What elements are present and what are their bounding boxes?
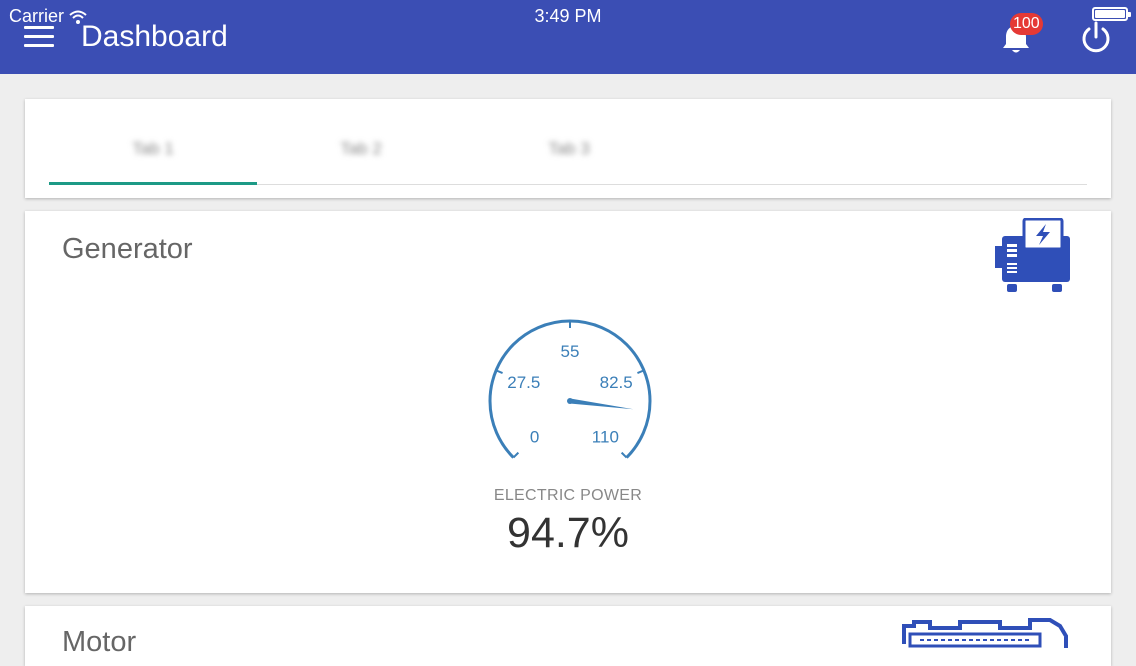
gauge-label: ELECTRIC POWER	[493, 487, 643, 504]
tab-indicator	[49, 182, 257, 185]
gauge-hub	[567, 398, 573, 404]
gauge-tick-label: 110	[592, 427, 619, 446]
tab-2[interactable]: Tab 2	[257, 129, 465, 185]
gauge-tick-label: 27.5	[507, 373, 540, 392]
generator-card[interactable]: Generator 0 27.5 55 82.5 110 ELECTRIC POWER …	[25, 211, 1111, 593]
electric-power-gauge: 0 27.5 55 82.5 110	[488, 319, 652, 459]
menu-icon	[24, 26, 54, 29]
power-icon	[1082, 21, 1110, 53]
tab-1[interactable]: Tab 1	[49, 129, 257, 185]
gauge-tick-label: 55	[561, 342, 580, 361]
tab-label: Tab 3	[548, 139, 590, 158]
motor-title: Motor	[62, 626, 137, 658]
gauge-tick	[637, 369, 645, 374]
notification-badge: 100	[1010, 13, 1043, 35]
tabs-card: Tab 1 Tab 2 Tab 3	[25, 99, 1111, 198]
gauge-tick	[620, 451, 628, 459]
gauge-tick-label: 82.5	[600, 373, 633, 392]
page-title: Dashboard	[81, 20, 228, 53]
gauge-value: 94.7%	[507, 509, 629, 557]
gauge-tick	[495, 369, 503, 374]
gauge-tick	[512, 451, 520, 459]
battery-icon	[1092, 7, 1131, 21]
app-bar: Carrier 3:49 PM Dashboard 100	[0, 0, 1136, 74]
tab-3[interactable]: Tab 3	[465, 129, 673, 185]
generator-title: Generator	[62, 233, 193, 265]
logout-button[interactable]	[1078, 20, 1114, 56]
tab-label: Tab 2	[340, 139, 382, 158]
motor-card[interactable]: Motor	[25, 606, 1111, 666]
gauge-needle	[569, 398, 634, 410]
motor-icon	[902, 618, 1068, 648]
generator-icon	[995, 218, 1070, 292]
tab-label: Tab 1	[132, 139, 174, 158]
gauge-tick-label: 0	[530, 427, 539, 446]
menu-button[interactable]	[24, 26, 54, 48]
